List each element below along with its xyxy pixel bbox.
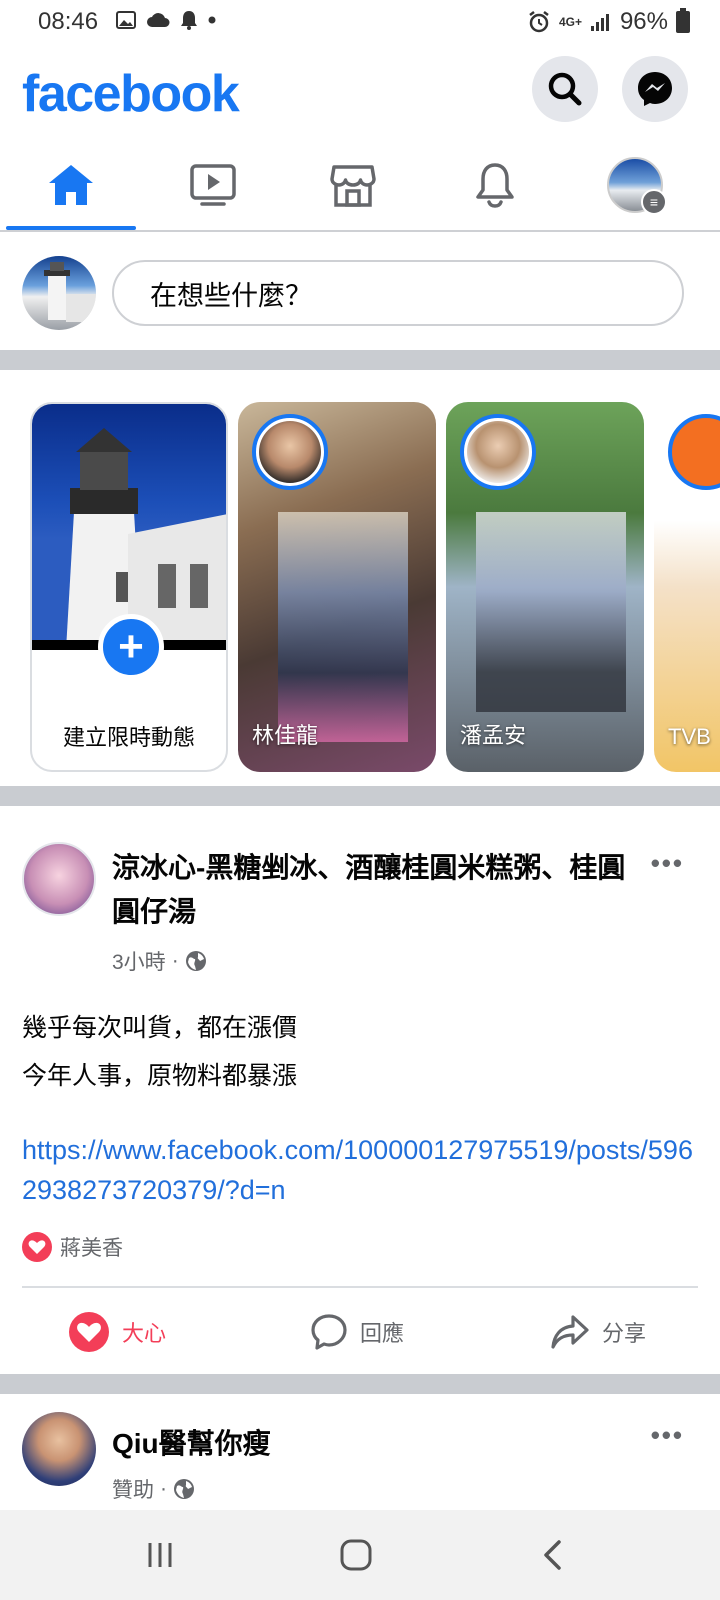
post-text-line: 幾乎每次叫貨，都在漲價 [22,1014,298,1042]
story-card[interactable]: TVB [654,402,720,772]
tab-marketplace[interactable] [288,140,418,230]
status-time: 08:46 [38,8,99,35]
network-type: 4G+ [558,15,582,29]
share-label: 分享 [602,1321,647,1346]
story-avatar [460,414,536,490]
share-icon [551,1315,589,1349]
tab-home[interactable] [6,140,136,230]
tab-menu[interactable]: ≡ [570,140,700,230]
globe-icon [185,951,206,971]
system-navigation-bar [0,1510,720,1600]
section-separator [0,1374,720,1394]
add-story-button[interactable]: + [98,614,164,680]
story-photo [278,512,408,742]
comment-label: 回應 [360,1321,405,1346]
comment-button[interactable]: 回應 [310,1310,404,1354]
battery-icon [676,8,690,33]
love-reaction-icon [22,1232,52,1262]
recents-icon [148,1543,172,1567]
bell-icon [476,163,514,208]
facebook-logo[interactable]: facebook [22,64,240,124]
tab-watch[interactable] [148,140,278,230]
gallery-icon [116,11,136,29]
signal-icon [590,14,609,31]
tab-notifications[interactable] [430,140,560,230]
marketplace-icon [330,165,376,207]
story-card[interactable]: 潘孟安 [446,402,644,772]
post-text: 幾乎每次叫貨，都在漲價 今年人事，原物料都暴漲 [22,1004,297,1100]
more-options-button[interactable]: ••• [651,848,684,879]
create-story-label: 建立限時動態 [62,725,195,750]
post-meta: 3小時 · [112,946,207,976]
heart-icon [69,1312,109,1352]
post-divider [22,1286,698,1288]
menu-icon: ≡ [641,189,667,215]
battery-percent: 96% [619,8,668,35]
messenger-icon [638,72,672,106]
composer-avatar[interactable] [22,256,96,330]
story-card[interactable]: 林佳龍 [238,402,436,772]
page-avatar[interactable] [22,1412,96,1486]
story-name: 潘孟安 [460,723,527,748]
reacted-by-name: 蔣美香 [60,1237,123,1260]
main-tabs: ≡ [0,140,720,232]
story-avatar [668,414,720,490]
comment-icon [311,1314,347,1350]
story-name: 林佳龍 [252,723,319,748]
post-link[interactable]: https://www.facebook.com/100000127975519… [22,1130,702,1210]
create-story-card[interactable]: + 建立限時動態 [30,402,228,772]
notification-icons [116,10,216,30]
alarm-icon [529,11,549,33]
back-icon [544,1540,561,1570]
share-button[interactable]: 分享 [550,1310,646,1354]
status-bar: 08:46 4G+ 96% [0,0,720,46]
sponsored-label: 贊助 [112,1479,154,1502]
more-options-button[interactable]: ••• [651,1420,684,1451]
love-button[interactable]: 大心 [68,1310,166,1354]
post-time[interactable]: 3小時 [112,946,166,976]
section-separator [0,786,720,806]
home-button[interactable] [316,1530,396,1580]
recent-apps-button[interactable] [120,1530,200,1580]
home-icon [49,165,93,205]
lighthouse-icon [44,262,96,322]
profile-avatar: ≡ [607,157,667,215]
cloud-icon [147,13,170,27]
messenger-button[interactable] [622,56,688,122]
video-icon [190,164,236,206]
post-meta: 贊助 · [112,1474,195,1504]
story-name: TVB [668,724,711,749]
page-avatar[interactable] [22,842,96,916]
reactions-summary[interactable]: 蔣美香 [22,1232,123,1262]
story-photo [476,512,626,712]
dot-icon [208,16,216,24]
search-button[interactable] [532,56,598,122]
back-button[interactable] [512,1530,592,1580]
post-page-name[interactable]: 涼冰心-黑糖剉冰、酒釀桂圓米糕粥、桂圓圓仔湯 [112,846,632,934]
globe-icon [174,1479,194,1499]
bell-small-icon [181,11,197,30]
story-avatar [252,414,328,490]
section-separator [0,350,720,370]
love-label: 大心 [122,1321,167,1346]
post-page-name[interactable]: Qiu醫幫你瘦 [112,1422,271,1462]
home-nav-icon [340,1539,372,1571]
search-icon [548,72,582,106]
post-text-line: 今年人事，原物料都暴漲 [22,1062,298,1090]
whats-on-your-mind-input[interactable]: 在想些什麼？ [112,260,684,326]
